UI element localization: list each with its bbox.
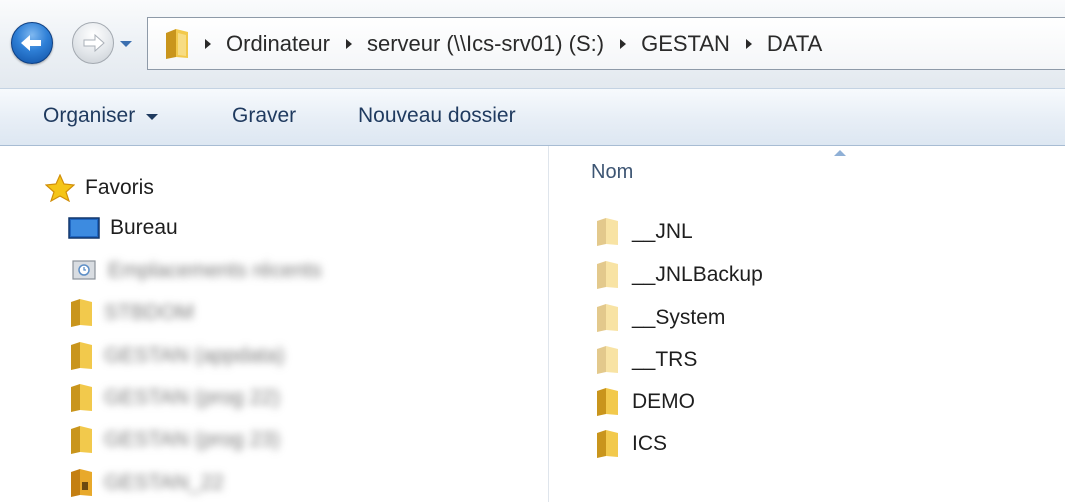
navigation-pane: Favoris Bureau Emplacements récents STBD…	[0, 146, 549, 502]
list-item[interactable]: __System	[596, 302, 725, 334]
folder-icon	[597, 261, 618, 289]
list-item[interactable]: __JNL	[596, 216, 693, 248]
chevron-down-icon[interactable]	[118, 38, 134, 50]
column-header-name[interactable]: Nom	[591, 161, 633, 184]
folder-icon	[71, 384, 92, 412]
blurred-item-label: GESTAN_22	[104, 471, 224, 494]
blurred-item-label: STBDOM	[104, 301, 194, 324]
sidebar-item-folder[interactable]: GESTAN (prog 23)	[70, 425, 280, 455]
file-name: DEMO	[632, 390, 695, 413]
sidebar-item-folder[interactable]: GESTAN (prog 22)	[70, 383, 280, 413]
organise-label: Organiser	[43, 104, 136, 127]
sort-ascending-icon	[834, 150, 846, 156]
folder-icon	[71, 426, 92, 454]
file-name: __JNL	[632, 220, 693, 243]
folder-icon	[597, 430, 618, 458]
favorites-item[interactable]: Favoris	[45, 173, 154, 203]
list-item[interactable]: DEMO	[596, 386, 695, 418]
sidebar-item-zip-folder[interactable]: GESTAN_22	[70, 468, 224, 498]
sidebar-item-folder[interactable]: GESTAN (appdata)	[70, 341, 285, 371]
navigation-bar: Ordinateur serveur (\\Ics-srv01) (S:) GE…	[0, 0, 1065, 88]
forward-button[interactable]	[72, 22, 114, 64]
burn-button[interactable]: Graver	[232, 104, 296, 128]
file-name: ICS	[632, 432, 668, 455]
folder-icon	[71, 342, 92, 370]
desktop-icon	[68, 217, 100, 239]
breadcrumb-separator-icon[interactable]	[744, 38, 754, 50]
file-list: Nom __JNL __JNLBackup __System __TRS DEM…	[549, 146, 1065, 502]
breadcrumb-item-server[interactable]: serveur (\\Ics-srv01) (S:)	[367, 31, 604, 57]
folder-icon	[597, 346, 618, 374]
star-icon	[45, 174, 75, 202]
command-toolbar: Organiser Graver Nouveau dossier	[0, 88, 1065, 146]
chevron-down-icon	[146, 114, 159, 120]
list-item[interactable]: __JNLBackup	[596, 259, 763, 291]
folder-icon	[597, 218, 618, 246]
sidebar-item-folder[interactable]: STBDOM	[70, 298, 194, 328]
blurred-item-label: GESTAN (prog 23)	[104, 428, 280, 451]
new-folder-button[interactable]: Nouveau dossier	[358, 104, 516, 128]
folder-icon	[71, 299, 92, 327]
breadcrumb-separator-icon[interactable]	[618, 38, 628, 50]
breadcrumb-item-computer[interactable]: Ordinateur	[226, 31, 330, 57]
recent-places-icon	[72, 260, 96, 280]
breadcrumb-item-gestan[interactable]: GESTAN	[641, 31, 730, 57]
organise-button[interactable]: Organiser	[43, 104, 159, 128]
folder-icon	[166, 29, 188, 59]
breadcrumb-separator-icon[interactable]	[344, 38, 354, 50]
list-item[interactable]: __TRS	[596, 344, 697, 376]
folder-icon	[597, 304, 618, 332]
folder-icon	[597, 388, 618, 416]
breadcrumb: Ordinateur serveur (\\Ics-srv01) (S:) GE…	[203, 18, 836, 69]
sidebar-item-desktop[interactable]: Bureau	[68, 213, 178, 243]
blurred-item-label: GESTAN (appdata)	[104, 344, 285, 367]
list-item[interactable]: ICS	[596, 428, 667, 460]
sidebar-item-recent-places[interactable]: Emplacements récents	[70, 256, 322, 286]
desktop-label: Bureau	[110, 216, 178, 239]
zip-folder-icon	[71, 469, 92, 497]
blurred-item-label: GESTAN (prog 22)	[104, 386, 280, 409]
back-arrow-icon	[21, 35, 41, 51]
breadcrumb-item-data[interactable]: DATA	[767, 31, 822, 57]
address-bar[interactable]: Ordinateur serveur (\\Ics-srv01) (S:) GE…	[147, 17, 1065, 70]
breadcrumb-separator-icon[interactable]	[203, 38, 213, 50]
favorites-label: Favoris	[85, 176, 154, 199]
forward-arrow-icon	[83, 33, 105, 53]
blurred-item-label: Emplacements récents	[108, 259, 322, 282]
file-name: __System	[632, 306, 726, 329]
file-name: __TRS	[632, 348, 698, 371]
back-button[interactable]	[11, 22, 53, 64]
file-name: __JNLBackup	[632, 263, 763, 286]
